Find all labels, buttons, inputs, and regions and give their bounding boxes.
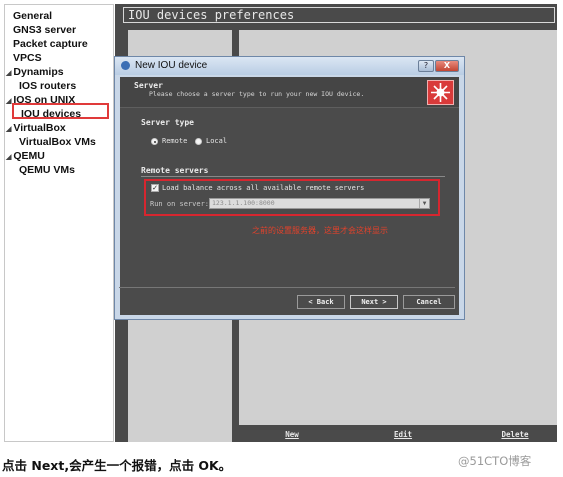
run-on-server-value: 123.1.1.100:8000 <box>212 199 275 207</box>
gns3-logo-icon <box>427 80 454 105</box>
local-radio-label[interactable]: Local <box>206 137 227 145</box>
wizard-page-title: Server <box>134 81 163 90</box>
section-divider <box>141 176 445 177</box>
tree-item[interactable]: IOS routers <box>19 80 76 93</box>
next-button[interactable]: Next > <box>350 295 398 309</box>
tree-item-label: QEMU <box>13 150 45 162</box>
wizard-page-subtitle: Please choose a server type to run your … <box>149 90 365 98</box>
selection-highlight <box>12 103 109 119</box>
preferences-button-bar: New Edit Delete <box>239 428 557 442</box>
local-radio[interactable] <box>195 138 202 145</box>
tree-item[interactable]: VirtualBox VMs <box>19 136 96 149</box>
help-button[interactable]: ? <box>418 60 434 72</box>
tree-item[interactable]: ◢ Dynamips <box>6 66 64 80</box>
tree-item-label: VPCS <box>13 52 42 64</box>
annotation-note: 之前的设置服务器，这里才会这样显示 <box>252 226 388 235</box>
tree-item[interactable]: VPCS <box>13 52 42 65</box>
tree-item-label: VirtualBox VMs <box>19 136 96 148</box>
server-type-heading: Server type <box>141 118 194 127</box>
back-button[interactable]: < Back <box>297 295 345 309</box>
expand-arrow-icon[interactable]: ◢ <box>6 98 11 105</box>
tree-item-label: IOS routers <box>19 80 77 92</box>
tree-item-label: Dynamips <box>13 66 64 78</box>
delete-button[interactable]: Delete <box>465 428 563 442</box>
tree-item-label: General <box>13 10 53 22</box>
cancel-button[interactable]: Cancel <box>403 295 455 309</box>
new-button[interactable]: New <box>242 428 342 442</box>
button-divider <box>119 287 455 288</box>
preferences-tree: General GNS3 server Packet capture VPCS ◢ Dyn… <box>4 4 114 442</box>
watermark: @51CTO博客 <box>458 454 532 468</box>
dialog-title: New IOU device <box>135 60 208 71</box>
preferences-title: IOU devices preferences <box>123 7 555 23</box>
tree-item[interactable]: Packet capture <box>13 38 88 51</box>
close-button[interactable]: X <box>435 60 459 72</box>
caption-text: 点击 Next,会产生一个报错，点击 OK。 <box>2 458 232 473</box>
tree-item-label: QEMU VMs <box>19 164 76 176</box>
dialog-titlebar[interactable]: New IOU device ? X <box>115 57 464 75</box>
app-icon <box>121 61 130 70</box>
tree-item[interactable]: ◢ VirtualBox <box>6 122 66 136</box>
tree-item[interactable]: ◢ QEMU <box>6 150 45 164</box>
load-balance-checkbox[interactable]: ✓ <box>151 184 159 192</box>
expand-arrow-icon[interactable]: ◢ <box>6 126 11 133</box>
run-on-server-select[interactable]: 123.1.1.100:8000 ▼ <box>209 198 430 209</box>
tree-item-label: GNS3 server <box>13 24 77 36</box>
tree-item-label: VirtualBox <box>13 122 66 134</box>
remote-radio[interactable] <box>151 138 158 145</box>
expand-arrow-icon[interactable]: ◢ <box>6 154 11 161</box>
remote-radio-label[interactable]: Remote <box>162 137 187 145</box>
load-balance-label[interactable]: Load balance across all available remote… <box>162 184 364 192</box>
remote-servers-heading: Remote servers <box>141 166 209 175</box>
run-on-server-label: Run on server: <box>150 200 210 208</box>
expand-arrow-icon[interactable]: ◢ <box>6 70 11 77</box>
tree-item[interactable]: General <box>13 10 52 23</box>
chevron-down-icon[interactable]: ▼ <box>419 199 429 208</box>
tree-item[interactable]: QEMU VMs <box>19 164 75 177</box>
tree-item-label: Packet capture <box>13 38 88 50</box>
edit-button[interactable]: Edit <box>353 428 453 442</box>
tree-item[interactable]: GNS3 server <box>13 24 76 37</box>
wizard-header: Server Please choose a server type to ru… <box>120 77 459 108</box>
